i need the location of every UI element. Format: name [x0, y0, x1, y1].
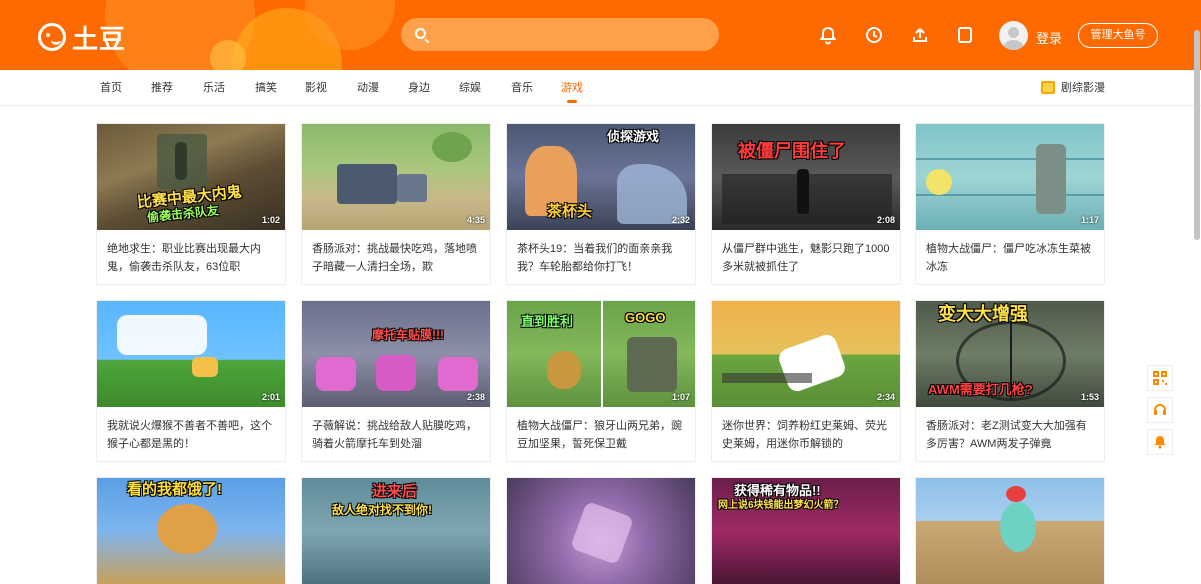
- tudou-logo[interactable]: 土豆: [38, 22, 126, 54]
- video-thumbnail[interactable]: 2:34: [712, 301, 900, 407]
- video-overlay-text: 摩托车贴膜!!!: [372, 328, 444, 342]
- video-title[interactable]: 迷你世界：饲养粉红史莱姆、荧光史莱姆，用迷你币解锁的: [712, 407, 900, 461]
- video-title[interactable]: 植物大战僵尸：僵尸吃冰冻生菜被冰冻: [916, 230, 1104, 284]
- video-overlay-text: AWM需要打几枪?: [928, 382, 1033, 397]
- upload-icon[interactable]: [909, 24, 931, 46]
- video-thumbnail[interactable]: 比赛中最大内鬼 偷袭击杀队友 1:02: [97, 124, 285, 230]
- video-card[interactable]: 变大大增强 AWM需要打几枪? 1:53 香肠派对：老Z测试变大大加强有多厉害？…: [916, 301, 1104, 461]
- video-duration: 2:34: [876, 392, 895, 402]
- search-input[interactable]: [401, 18, 719, 51]
- video-duration: 2:38: [466, 392, 485, 402]
- nav-right-link[interactable]: 剧综影漫: [1041, 79, 1105, 95]
- nav-item-games[interactable]: 游戏: [561, 79, 583, 95]
- video-card[interactable]: 侦探游戏 茶杯头 2:32 茶杯头19：当着我们的面亲亲我我？车轮胎都给你打飞！: [507, 124, 695, 284]
- headset-icon[interactable]: [1147, 397, 1173, 423]
- video-title[interactable]: 香肠派对：老Z测试变大大加强有多厉害？AWM两发子弹竟: [916, 407, 1104, 461]
- page-scrollbar[interactable]: [1193, 30, 1201, 240]
- clock-icon[interactable]: [863, 24, 885, 46]
- video-card[interactable]: 获得稀有物品!! 网上说6块钱能出梦幻火箭？: [712, 478, 900, 584]
- video-card[interactable]: 直到胜利 GOGO 1:07 植物大战僵尸：狼牙山两兄弟，豌豆加坚果，誓死保卫戴: [507, 301, 695, 461]
- video-duration: 2:01: [261, 392, 280, 402]
- nav-item-music[interactable]: 音乐: [511, 79, 533, 95]
- video-title[interactable]: 子薇解说：挑战给敌人贴膜吃鸡，骑着火箭摩托车到处溜: [302, 407, 490, 461]
- video-thumbnail[interactable]: 获得稀有物品!! 网上说6块钱能出梦幻火箭？: [712, 478, 900, 584]
- tudou-logo-icon: [38, 23, 66, 51]
- qr-code-icon[interactable]: [1147, 365, 1173, 391]
- video-overlay-text: 变大大增强: [938, 304, 1028, 324]
- video-overlay-text: 直到胜利: [521, 314, 574, 329]
- nav-right-label: 剧综影漫: [1061, 82, 1105, 94]
- video-overlay-text: 获得稀有物品!!: [734, 483, 821, 498]
- video-overlay-text: 茶杯头: [547, 203, 593, 220]
- nav-item-anime[interactable]: 动漫: [357, 79, 379, 95]
- video-overlay-text: 侦探游戏: [607, 129, 660, 144]
- manage-dayu-button[interactable]: 管理大鱼号: [1078, 23, 1158, 48]
- scrollbar-thumb[interactable]: [1194, 30, 1200, 240]
- video-duration: 1:02: [261, 215, 280, 225]
- video-thumbnail[interactable]: 1:17: [916, 124, 1104, 230]
- video-overlay-text: 看的我都饿了!: [127, 481, 222, 498]
- video-title[interactable]: 绝地求生：职业比赛出现最大内鬼，偷袭击杀队友，63位职: [97, 230, 285, 284]
- video-card[interactable]: [916, 478, 1104, 584]
- video-thumbnail[interactable]: 2:01: [97, 301, 285, 407]
- video-thumbnail[interactable]: 侦探游戏 茶杯头 2:32: [507, 124, 695, 230]
- video-card[interactable]: 比赛中最大内鬼 偷袭击杀队友 1:02 绝地求生：职业比赛出现最大内鬼，偷袭击杀…: [97, 124, 285, 284]
- search-icon[interactable]: [415, 28, 426, 39]
- nav-item-home[interactable]: 首页: [100, 79, 122, 95]
- video-title[interactable]: 植物大战僵尸：狼牙山两兄弟，豌豆加坚果，誓死保卫戴: [507, 407, 695, 461]
- video-title[interactable]: 我就说火爆猴不善者不善吧，这个猴子心都是黑的！: [97, 407, 285, 461]
- video-duration: 2:08: [876, 215, 895, 225]
- video-card[interactable]: 看的我都饿了!: [97, 478, 285, 584]
- video-thumbnail[interactable]: 看的我都饿了!: [97, 478, 285, 584]
- video-overlay-text: 被僵尸围住了: [738, 141, 846, 161]
- video-thumbnail[interactable]: 4:35: [302, 124, 490, 230]
- video-card[interactable]: 1:17 植物大战僵尸：僵尸吃冰冻生菜被冰冻: [916, 124, 1104, 284]
- video-thumbnail[interactable]: 被僵尸围住了 2:08: [712, 124, 900, 230]
- video-duration: 2:32: [671, 215, 690, 225]
- video-duration: 1:53: [1080, 392, 1099, 402]
- bell-icon[interactable]: [817, 24, 839, 46]
- video-card[interactable]: [507, 478, 695, 584]
- video-overlay-text: 进来后: [372, 483, 418, 500]
- video-overlay-text: 网上说6块钱能出梦幻火箭？: [718, 500, 844, 511]
- video-thumbnail[interactable]: 摩托车贴膜!!! 2:38: [302, 301, 490, 407]
- nav-item-film[interactable]: 影视: [305, 79, 327, 95]
- nav-item-funny[interactable]: 搞笑: [255, 79, 277, 95]
- video-card[interactable]: 被僵尸围住了 2:08 从僵尸群中逃生，魅影只跑了1000多米就被抓住了: [712, 124, 900, 284]
- nav-item-variety[interactable]: 综娱: [459, 79, 481, 95]
- video-card[interactable]: 摩托车贴膜!!! 2:38 子薇解说：挑战给敌人贴膜吃鸡，骑着火箭摩托车到处溜: [302, 301, 490, 461]
- video-thumbnail[interactable]: [507, 478, 695, 584]
- category-nav: 首页 推荐 乐活 搞笑 影视 动漫 身边 综娱 音乐 游戏 剧综影漫: [0, 70, 1201, 106]
- tablet-icon[interactable]: [954, 24, 976, 46]
- video-title[interactable]: 香肠派对：挑战最快吃鸡，落地喷子暗藏一人清扫全场，欺: [302, 230, 490, 284]
- logo-text: 土豆: [72, 23, 127, 54]
- folder-icon: [1041, 80, 1055, 94]
- avatar[interactable]: [999, 21, 1028, 50]
- video-card[interactable]: 2:01 我就说火爆猴不善者不善吧，这个猴子心都是黑的！: [97, 301, 285, 461]
- video-card[interactable]: 4:35 香肠派对：挑战最快吃鸡，落地喷子暗藏一人清扫全场，欺: [302, 124, 490, 284]
- login-link[interactable]: 登录: [1036, 28, 1062, 47]
- floating-toolbar: [1147, 365, 1173, 461]
- nav-item-recommend[interactable]: 推荐: [151, 79, 173, 95]
- video-title[interactable]: 茶杯头19：当着我们的面亲亲我我？车轮胎都给你打飞！: [507, 230, 695, 284]
- nav-item-nearby[interactable]: 身边: [408, 79, 430, 95]
- top-header: 土豆 登录 管理大鱼号: [0, 0, 1201, 70]
- bell-icon[interactable]: [1147, 429, 1173, 455]
- header-decoration: [210, 40, 246, 70]
- video-title[interactable]: 从僵尸群中逃生，魅影只跑了1000多米就被抓住了: [712, 230, 900, 284]
- video-thumbnail[interactable]: 进来后 敌人绝对找不到你!: [302, 478, 490, 584]
- video-card[interactable]: 2:34 迷你世界：饲养粉红史莱姆、荧光史莱姆，用迷你币解锁的: [712, 301, 900, 461]
- video-thumbnail[interactable]: 变大大增强 AWM需要打几枪? 1:53: [916, 301, 1104, 407]
- video-card[interactable]: 进来后 敌人绝对找不到你!: [302, 478, 490, 584]
- video-thumbnail[interactable]: 直到胜利 GOGO 1:07: [507, 301, 695, 407]
- video-overlay-text: 敌人绝对找不到你!: [332, 503, 432, 517]
- active-tab-indicator: [567, 100, 577, 103]
- video-overlay-text: GOGO: [625, 310, 666, 325]
- video-duration: 4:35: [466, 215, 485, 225]
- nav-item-lifestyle[interactable]: 乐活: [203, 79, 225, 95]
- video-duration: 1:17: [1080, 215, 1099, 225]
- video-thumbnail[interactable]: [916, 478, 1104, 584]
- video-duration: 1:07: [671, 392, 690, 402]
